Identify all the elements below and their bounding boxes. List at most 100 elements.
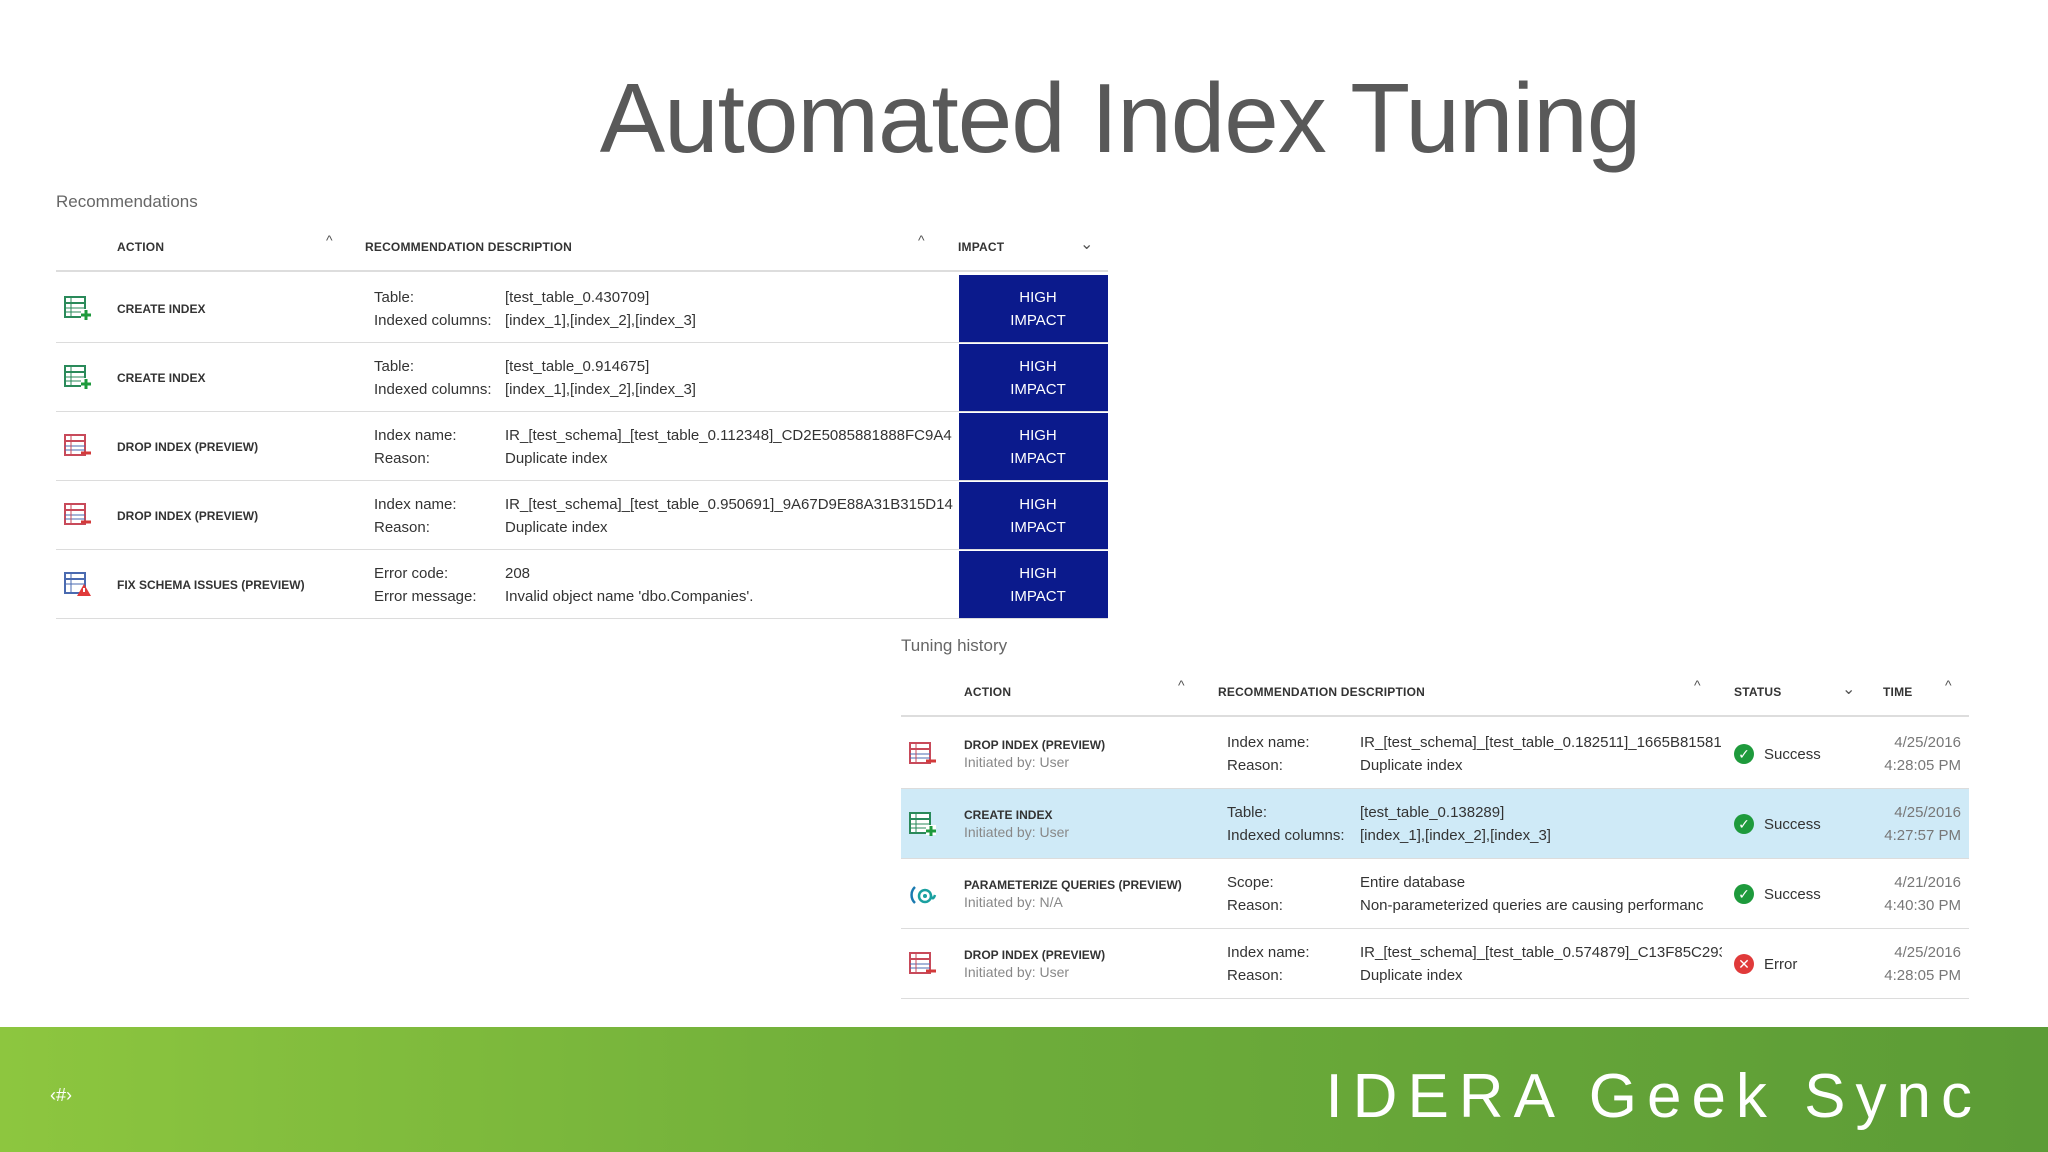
sort-down-icon[interactable]: ⌄ xyxy=(1842,679,1856,699)
description-key: Indexed columns: xyxy=(374,380,492,398)
description-value: [index_1],[index_2],[index_3] xyxy=(505,380,696,398)
description-value: Non-parameterized queries are causing pe… xyxy=(1360,897,1704,914)
description-value: IR_[test_schema]_[test_table_0.574879]_C… xyxy=(1360,944,1722,961)
history-row[interactable]: CREATE INDEX Initiated by: User Table: Inde… xyxy=(901,789,1969,859)
description-value: Invalid object name 'dbo.Companies'. xyxy=(505,587,754,605)
description-value: [test_table_0.914675] xyxy=(505,357,650,375)
slide-title: Automated Index Tuning xyxy=(599,63,1641,173)
col-time-header[interactable]: TIME xyxy=(1883,667,1912,717)
description-key: Reason: xyxy=(1227,757,1283,774)
description-values: IR_[test_schema]_[test_table_0.950691]_9… xyxy=(505,481,955,550)
recommendations-header: ACTION ^ RECOMMENDATION DESCRIPTION ^ IM… xyxy=(56,222,1108,272)
time-date: 4/21/2016 xyxy=(1894,874,1961,891)
description-keys: Index name: Reason: xyxy=(374,412,457,481)
status-cell: ✕ Error xyxy=(1734,929,1797,999)
col-status-header[interactable]: STATUS xyxy=(1734,667,1781,717)
status-cell: ✓ Success xyxy=(1734,789,1821,859)
col-action-header[interactable]: ACTION xyxy=(964,667,1011,717)
col-description-header[interactable]: RECOMMENDATION DESCRIPTION xyxy=(365,222,572,272)
impact-level: HIGH xyxy=(1019,288,1057,306)
time-date: 4/25/2016 xyxy=(1894,804,1961,821)
description-values: [test_table_0.914675] [index_1],[index_2]… xyxy=(505,343,955,412)
action-label: DROP INDEX (PREVIEW) xyxy=(117,508,259,523)
action-cell: DROP INDEX (PREVIEW) Initiated by: User xyxy=(964,719,1105,789)
impact-badge: HIGH IMPACT xyxy=(959,413,1108,480)
description-key: Reason: xyxy=(374,518,430,536)
description-value: IR_[test_schema]_[test_table_0.112348]_C… xyxy=(505,426,952,444)
description-value: IR_[test_schema]_[test_table_0.950691]_9… xyxy=(505,495,953,513)
status-cell: ✓ Success xyxy=(1734,719,1821,789)
col-description-header[interactable]: RECOMMENDATION DESCRIPTION xyxy=(1218,667,1425,717)
description-values: IR_[test_schema]_[test_table_0.574879]_C… xyxy=(1360,929,1722,999)
description-key: Index name: xyxy=(374,495,457,513)
description-value: [index_1],[index_2],[index_3] xyxy=(505,311,696,329)
recommendation-row[interactable]: DROP INDEX (PREVIEW) Index name: Reason: IR… xyxy=(56,412,1108,481)
description-value: Duplicate index xyxy=(505,518,608,536)
action-label: FIX SCHEMA ISSUES (PREVIEW) xyxy=(117,577,305,592)
description-value: [index_1],[index_2],[index_3] xyxy=(1360,827,1551,844)
impact-word: IMPACT xyxy=(1010,587,1066,605)
error-x-icon: ✕ xyxy=(1734,954,1754,974)
impact-badge: HIGH IMPACT xyxy=(959,275,1108,342)
col-impact-header[interactable]: IMPACT xyxy=(958,222,1004,272)
history-row[interactable]: DROP INDEX (PREVIEW) Initiated by: User In… xyxy=(901,929,1969,999)
impact-word: IMPACT xyxy=(1010,311,1066,329)
action-label: CREATE INDEX xyxy=(117,370,206,385)
description-value: 208 xyxy=(505,564,531,582)
initiated-by: Initiated by: User xyxy=(964,964,1070,980)
description-key: Index name: xyxy=(1227,944,1310,961)
description-key: Index name: xyxy=(374,426,457,444)
time-clock: 4:28:05 PM xyxy=(1884,967,1961,984)
impact-level: HIGH xyxy=(1019,495,1057,513)
description-key: Table: xyxy=(374,357,415,375)
history-row[interactable]: PARAMETERIZE QUERIES (PREVIEW) Initiated … xyxy=(901,859,1969,929)
impact-level: HIGH xyxy=(1019,426,1057,444)
success-check-icon: ✓ xyxy=(1734,814,1754,834)
description-key: Table: xyxy=(1227,804,1268,821)
description-key: Error message: xyxy=(374,587,477,605)
history-row[interactable]: DROP INDEX (PREVIEW) Initiated by: User In… xyxy=(901,719,1969,789)
impact-word: IMPACT xyxy=(1010,518,1066,536)
action-label: PARAMETERIZE QUERIES (PREVIEW) xyxy=(964,878,1182,892)
description-keys: Table: Indexed columns: xyxy=(1227,789,1345,859)
description-key: Scope: xyxy=(1227,874,1274,891)
description-values: IR_[test_schema]_[test_table_0.112348]_C… xyxy=(505,412,955,481)
recommendation-row[interactable]: CREATE INDEX Table: Indexed columns: [test_… xyxy=(56,343,1108,412)
description-keys: Index name: Reason: xyxy=(374,481,457,550)
time-clock: 4:27:57 PM xyxy=(1884,827,1961,844)
create-index-icon xyxy=(64,295,92,321)
initiated-by: Initiated by: User xyxy=(964,754,1070,770)
impact-level: HIGH xyxy=(1019,564,1057,582)
status-text: Success xyxy=(1764,815,1821,833)
drop-index-icon xyxy=(909,951,937,977)
description-value: Duplicate index xyxy=(505,449,608,467)
success-check-icon: ✓ xyxy=(1734,744,1754,764)
description-keys: Table: Indexed columns: xyxy=(374,343,492,412)
sort-up-icon[interactable]: ^ xyxy=(918,232,925,248)
time-date: 4/25/2016 xyxy=(1894,944,1961,961)
impact-badge: HIGH IMPACT xyxy=(959,482,1108,549)
schema-warning-icon xyxy=(64,571,92,597)
recommendations-label: Recommendations xyxy=(56,192,198,211)
sort-up-icon[interactable]: ^ xyxy=(326,232,333,248)
parameterize-icon xyxy=(909,881,937,907)
recommendation-row[interactable]: DROP INDEX (PREVIEW) Index name: Reason: IR… xyxy=(56,481,1108,550)
sort-up-icon[interactable]: ^ xyxy=(1945,677,1952,693)
create-index-icon xyxy=(909,811,937,837)
description-key: Indexed columns: xyxy=(1227,827,1345,844)
description-values: IR_[test_schema]_[test_table_0.182511]_1… xyxy=(1360,719,1722,789)
description-key: Index name: xyxy=(1227,734,1310,751)
recommendation-row[interactable]: FIX SCHEMA ISSUES (PREVIEW) Error code: Er… xyxy=(56,550,1108,619)
action-cell: PARAMETERIZE QUERIES (PREVIEW) Initiated … xyxy=(964,859,1182,929)
action-label: CREATE INDEX xyxy=(964,808,1053,822)
description-keys: Scope: Reason: xyxy=(1227,859,1283,929)
time-cell: 4/25/2016 4:27:57 PM xyxy=(1881,789,1961,859)
sort-up-icon[interactable]: ^ xyxy=(1694,677,1701,693)
recommendation-row[interactable]: CREATE INDEX Table: Indexed columns: [test_… xyxy=(56,274,1108,343)
col-action-header[interactable]: ACTION xyxy=(117,222,164,272)
footer-bar: ‹#› IDERA Geek Sync xyxy=(0,1027,2048,1152)
impact-badge: HIGH IMPACT xyxy=(959,551,1108,618)
description-key: Reason: xyxy=(1227,897,1283,914)
sort-down-icon[interactable]: ⌄ xyxy=(1080,234,1094,254)
sort-up-icon[interactable]: ^ xyxy=(1178,677,1185,693)
